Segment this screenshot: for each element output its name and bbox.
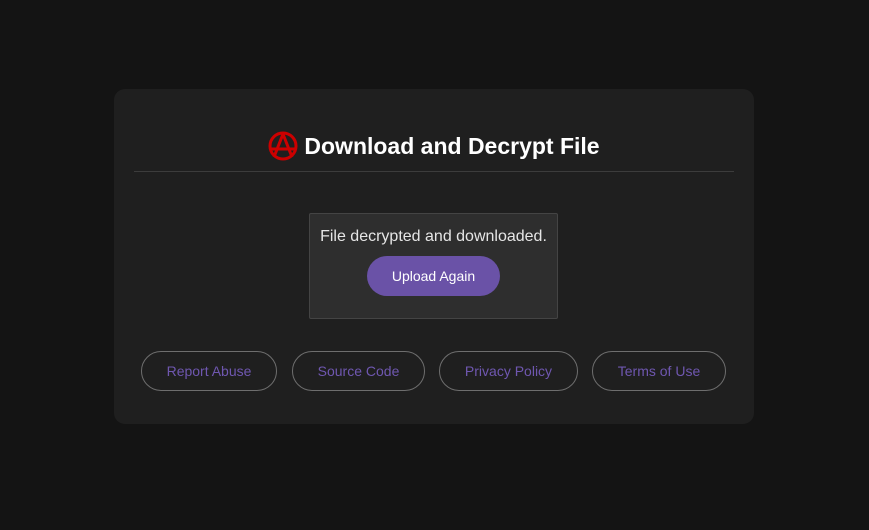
title-wrap: Download and Decrypt File — [268, 131, 600, 161]
card-header: Download and Decrypt File — [134, 89, 734, 172]
report-abuse-link[interactable]: Report Abuse — [141, 351, 277, 391]
status-message: File decrypted and downloaded. — [320, 228, 547, 245]
footer-links: Report Abuse Source Code Privacy Policy … — [114, 351, 754, 391]
anarchy-a-icon — [268, 131, 298, 161]
main-card: Download and Decrypt File File decrypted… — [114, 89, 754, 424]
terms-of-use-link[interactable]: Terms of Use — [592, 351, 726, 391]
status-box: File decrypted and downloaded. Upload Ag… — [309, 213, 558, 319]
privacy-policy-link[interactable]: Privacy Policy — [439, 351, 578, 391]
source-code-link[interactable]: Source Code — [292, 351, 425, 391]
page-title: Download and Decrypt File — [304, 132, 600, 159]
upload-again-button[interactable]: Upload Again — [367, 256, 500, 296]
